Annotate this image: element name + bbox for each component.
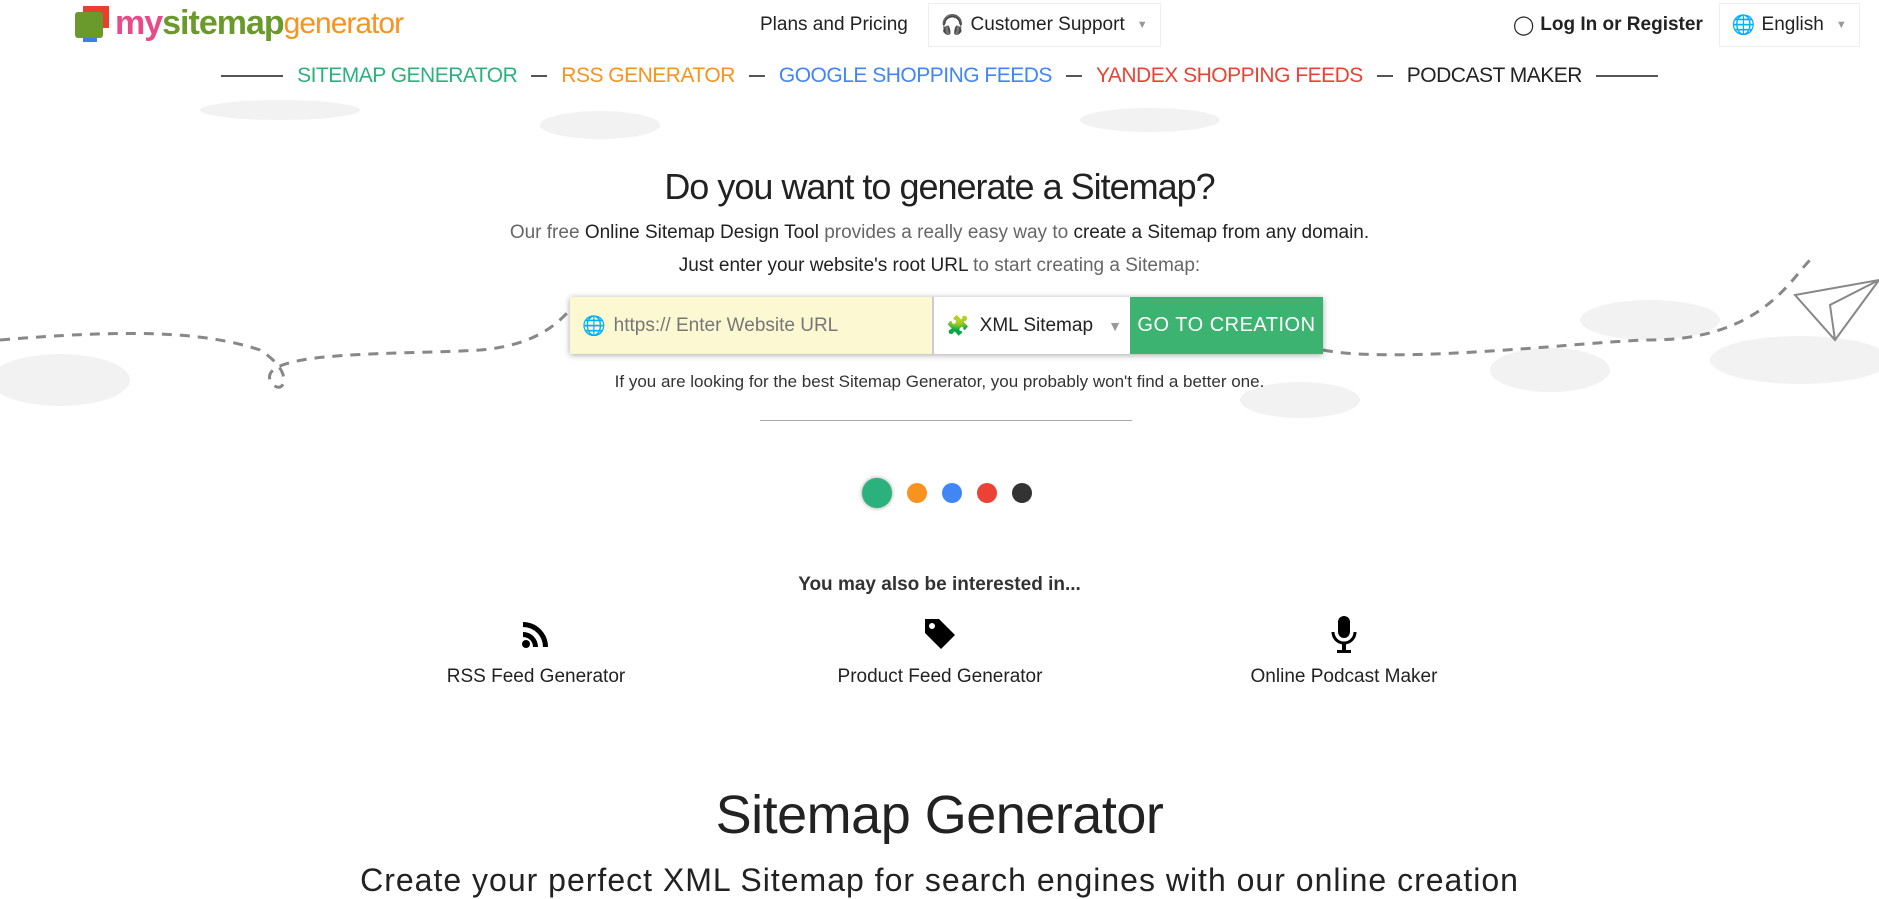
divider [1595, 75, 1658, 77]
login-label: Log In or Register [1540, 13, 1703, 35]
globe-icon: 🌐 [582, 315, 606, 337]
caret-down-icon: ▼ [1835, 19, 1847, 31]
interest-title: You may also be interested in... [798, 574, 1081, 595]
rss-feed-generator-link[interactable]: RSS Feed Generator [386, 612, 686, 688]
customer-support-label: Customer Support [970, 14, 1125, 35]
sitemap-form: 🌐 https:// Enter Website URL 🧩 XML Sitemap… [570, 297, 1323, 354]
caret-down-icon: ▼ [1136, 19, 1148, 31]
logo-my: my [115, 4, 163, 42]
language-dropdown[interactable]: 🌐 English ▼ [1718, 3, 1860, 47]
go-to-creation-button[interactable]: GO TO CREATION [1130, 297, 1323, 354]
link-label: Product Feed Generator [837, 666, 1043, 687]
divider [1065, 75, 1082, 77]
plans-and-pricing-link[interactable]: Plans and Pricing [760, 14, 908, 36]
headset-icon: 🎧 [940, 15, 965, 36]
sitemap-type-select[interactable]: 🧩 XML Sitemap ▼ [932, 297, 1130, 354]
nav-google-shopping-feeds[interactable]: GOOGLE SHOPPING FEEDS [779, 64, 1053, 88]
hero-line-2: Just enter your website's root URL to st… [678, 255, 1201, 276]
logo-sitemap: sitemap [162, 4, 284, 42]
globe-icon: 🌐 [1731, 15, 1756, 36]
puzzle-logo-icon [75, 5, 111, 42]
login-register-link[interactable]: ◯ Log In or Register [1513, 14, 1703, 37]
tag-icon [790, 612, 1090, 656]
customer-support-dropdown[interactable]: 🎧 Customer Support ▼ [927, 3, 1161, 47]
nav-yandex-shopping-feeds[interactable]: YANDEX SHOPPING FEEDS [1096, 64, 1363, 88]
divider [760, 420, 1132, 421]
user-circle-icon: ◯ [1513, 14, 1535, 36]
carousel-dot-2[interactable] [907, 483, 927, 503]
product-nav: SITEMAP GENERATOR RSS GENERATOR GOOGLE S… [0, 64, 1879, 88]
caret-down-icon: ▼ [1108, 317, 1122, 334]
carousel-dot-1[interactable] [862, 478, 892, 508]
divider [221, 75, 284, 77]
paper-plane-icon [1793, 278, 1879, 342]
select-value: XML Sitemap [979, 314, 1094, 336]
nav-sitemap-generator[interactable]: SITEMAP GENERATOR [297, 64, 518, 88]
hero-title: Do you want to generate a Sitemap? [664, 166, 1215, 207]
section-title: Sitemap Generator [715, 785, 1164, 845]
online-podcast-maker-link[interactable]: Online Podcast Maker [1194, 612, 1494, 688]
website-url-input[interactable]: 🌐 https:// Enter Website URL [570, 297, 932, 354]
puzzle-icon: 🧩 [946, 315, 970, 337]
nav-rss-generator[interactable]: RSS GENERATOR [561, 64, 735, 88]
language-label: English [1761, 14, 1824, 35]
carousel-dot-3[interactable] [942, 483, 962, 503]
logo[interactable]: my sitemap generator [75, 4, 404, 43]
section-subtitle: Create your perfect XML Sitemap for sear… [360, 862, 1519, 898]
carousel-dot-4[interactable] [977, 483, 997, 503]
link-label: RSS Feed Generator [446, 666, 626, 687]
url-placeholder: https:// Enter Website URL [613, 314, 839, 336]
nav-podcast-maker[interactable]: PODCAST MAKER [1407, 64, 1583, 88]
divider [748, 75, 765, 77]
microphone-icon [1194, 612, 1494, 656]
link-label: Online Podcast Maker [1250, 666, 1438, 687]
divider [531, 75, 548, 77]
divider [1376, 75, 1393, 77]
product-feed-generator-link[interactable]: Product Feed Generator [790, 612, 1090, 688]
rss-icon [386, 612, 686, 656]
logo-generator: generator [283, 6, 404, 40]
hero-line-1: Our free Online Sitemap Design Tool prov… [509, 222, 1370, 243]
carousel-dot-5[interactable] [1012, 483, 1032, 503]
hero-note: If you are looking for the best Sitemap … [614, 372, 1265, 391]
